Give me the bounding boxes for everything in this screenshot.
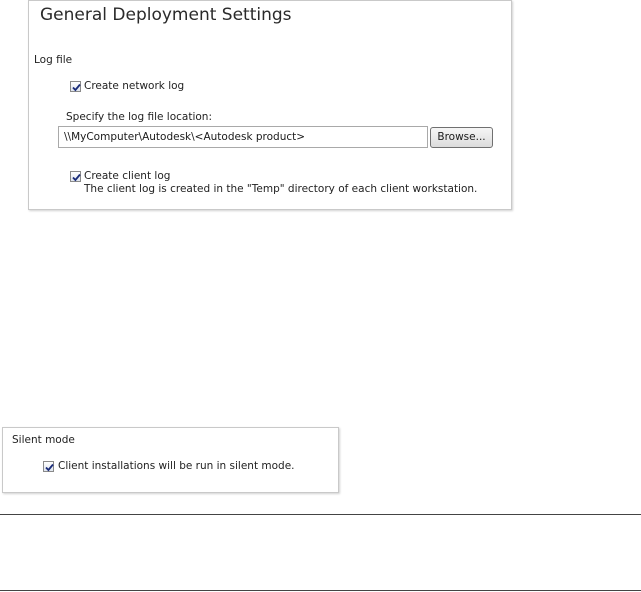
browse-button[interactable]: Browse...: [430, 127, 493, 148]
log-location-label: Specify the log file location:: [66, 111, 212, 123]
divider-top: [0, 514, 641, 515]
create-client-log-label: Create client log: [84, 170, 171, 182]
log-file-section-label: Log file: [34, 54, 73, 66]
silent-mode-checkbox[interactable]: [43, 461, 54, 472]
divider-bottom: [0, 590, 641, 591]
checkmark-icon: [72, 83, 81, 92]
silent-mode-panel: Silent mode Client installations will be…: [2, 427, 339, 493]
log-location-input[interactable]: \\MyComputer\Autodesk\<Autodesk product>: [58, 126, 428, 148]
create-network-log-label: Create network log: [84, 80, 185, 92]
checkmark-icon: [72, 173, 81, 182]
panel-title: General Deployment Settings: [40, 5, 292, 25]
create-client-log-checkbox[interactable]: [70, 171, 81, 182]
checkmark-icon: [45, 463, 54, 472]
general-deployment-settings-panel: General Deployment Settings Log file Cre…: [28, 0, 512, 210]
silent-mode-section-label: Silent mode: [12, 434, 75, 446]
create-network-log-checkbox[interactable]: [70, 81, 81, 92]
silent-mode-label: Client installations will be run in sile…: [58, 460, 295, 472]
client-log-note: The client log is created in the "Temp" …: [84, 183, 478, 195]
